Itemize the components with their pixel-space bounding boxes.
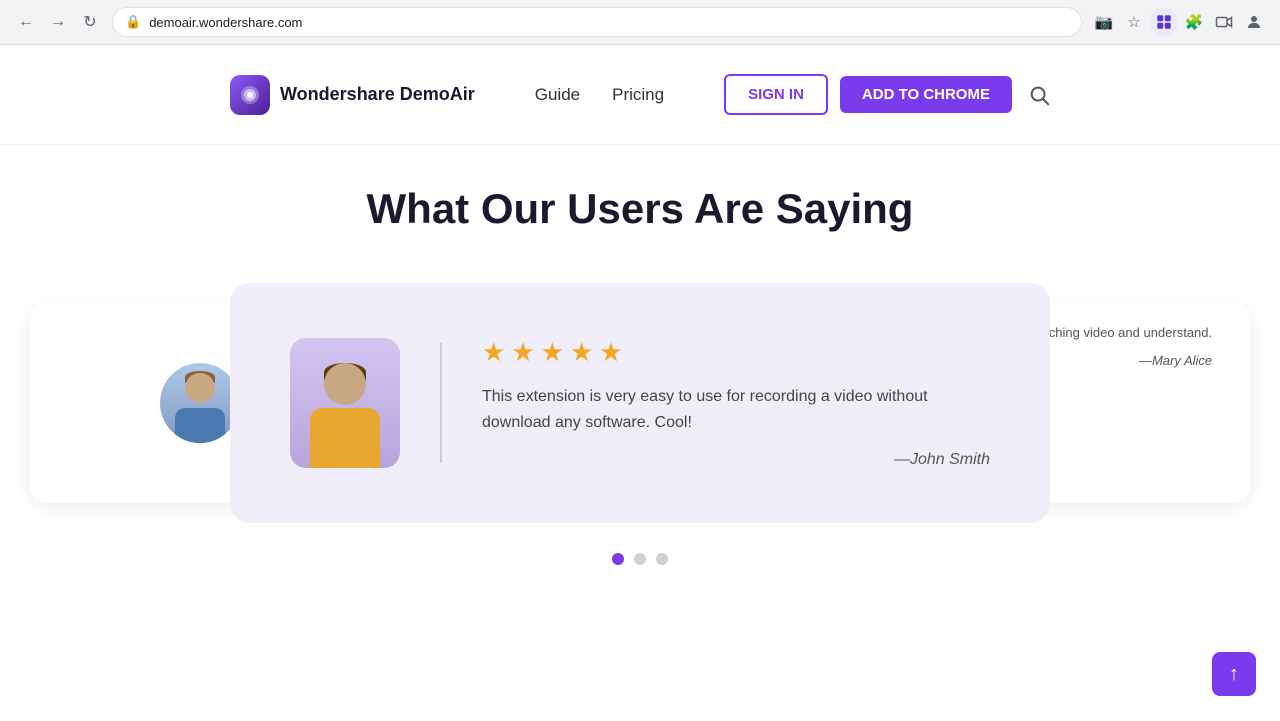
divider-line xyxy=(440,343,442,463)
profile-button[interactable] xyxy=(1240,8,1268,36)
extension-icon-button[interactable] xyxy=(1150,8,1178,36)
logo-text: Wondershare DemoAir xyxy=(280,84,475,105)
reviewer-name: —John Smith xyxy=(482,451,990,469)
side-review-text-right: reaching video and understand. xyxy=(1030,323,1212,343)
star-4: ★ xyxy=(570,337,593,368)
nav-links: Guide Pricing xyxy=(535,85,664,105)
forward-button[interactable]: → xyxy=(44,8,72,36)
testimonial-card-main: ★ ★ ★ ★ ★ This extension is very easy to… xyxy=(230,283,1050,523)
search-button[interactable] xyxy=(1028,84,1050,106)
add-to-chrome-button[interactable]: ADD TO CHROME xyxy=(840,76,1012,113)
nav-buttons: ← → ↻ xyxy=(12,8,104,36)
section-title: What Our Users Are Saying xyxy=(367,185,914,233)
toolbar-icons: 📷 ☆ 🧩 xyxy=(1090,8,1268,36)
person-body xyxy=(310,408,380,468)
avatar-container xyxy=(290,338,400,468)
scroll-to-top-button[interactable]: ↑ xyxy=(1212,652,1256,696)
nav-actions: SIGN IN ADD TO CHROME xyxy=(724,74,1050,115)
side-card-right-content: reaching video and understand. —Mary Ali… xyxy=(1030,323,1212,370)
bookmark-icon-button[interactable]: ☆ xyxy=(1120,8,1148,36)
camera-icon-button[interactable]: 📷 xyxy=(1090,8,1118,36)
star-rating: ★ ★ ★ ★ ★ xyxy=(482,337,990,368)
url-text: demoair.wondershare.com xyxy=(149,15,302,30)
nav-link-pricing[interactable]: Pricing xyxy=(612,85,664,105)
review-content: ★ ★ ★ ★ ★ This extension is very easy to… xyxy=(482,337,990,469)
extensions-manage-button[interactable]: 🧩 xyxy=(1180,8,1208,36)
carousel-dot-3[interactable] xyxy=(656,553,668,565)
lock-icon: 🔒 xyxy=(125,14,141,30)
browser-toolbar: ← → ↻ 🔒 demoair.wondershare.com 📷 ☆ 🧩 xyxy=(0,0,1280,44)
testimonial-carousel: ★ ★ ★ ★ ★ This extension is very easy to… xyxy=(90,283,1190,523)
reload-button[interactable]: ↻ xyxy=(76,8,104,36)
sign-in-button[interactable]: SIGN IN xyxy=(724,74,828,115)
star-5: ★ xyxy=(599,337,622,368)
star-2: ★ xyxy=(511,337,534,368)
forward-icon: → xyxy=(50,13,66,31)
navbar-inner: Wondershare DemoAir Guide Pricing SIGN I… xyxy=(230,74,1050,115)
page-content: Wondershare DemoAir Guide Pricing SIGN I… xyxy=(0,45,1280,721)
back-icon: ← xyxy=(18,13,34,31)
person-figure xyxy=(305,358,385,468)
carousel-dots xyxy=(612,553,668,565)
logo-icon xyxy=(230,75,270,115)
avatar xyxy=(290,338,400,468)
browser-chrome: ← → ↻ 🔒 demoair.wondershare.com 📷 ☆ 🧩 xyxy=(0,0,1280,45)
nav-link-guide[interactable]: Guide xyxy=(535,85,580,105)
address-bar[interactable]: 🔒 demoair.wondershare.com xyxy=(112,7,1082,37)
carousel-dot-1[interactable] xyxy=(612,553,624,565)
media-button[interactable] xyxy=(1210,8,1238,36)
main-content: What Our Users Are Saying xyxy=(0,145,1280,565)
back-button[interactable]: ← xyxy=(12,8,40,36)
star-3: ★ xyxy=(541,337,564,368)
star-1: ★ xyxy=(482,337,505,368)
side-avatar-left xyxy=(160,363,240,443)
review-text: This extension is very easy to use for r… xyxy=(482,384,942,435)
navbar: Wondershare DemoAir Guide Pricing SIGN I… xyxy=(0,45,1280,145)
reload-icon: ↻ xyxy=(83,12,96,32)
side-reviewer-name-right: —Mary Alice xyxy=(1030,351,1212,371)
carousel-dot-2[interactable] xyxy=(634,553,646,565)
logo-area: Wondershare DemoAir xyxy=(230,75,475,115)
person-head xyxy=(324,363,366,405)
scroll-up-icon: ↑ xyxy=(1229,663,1239,686)
